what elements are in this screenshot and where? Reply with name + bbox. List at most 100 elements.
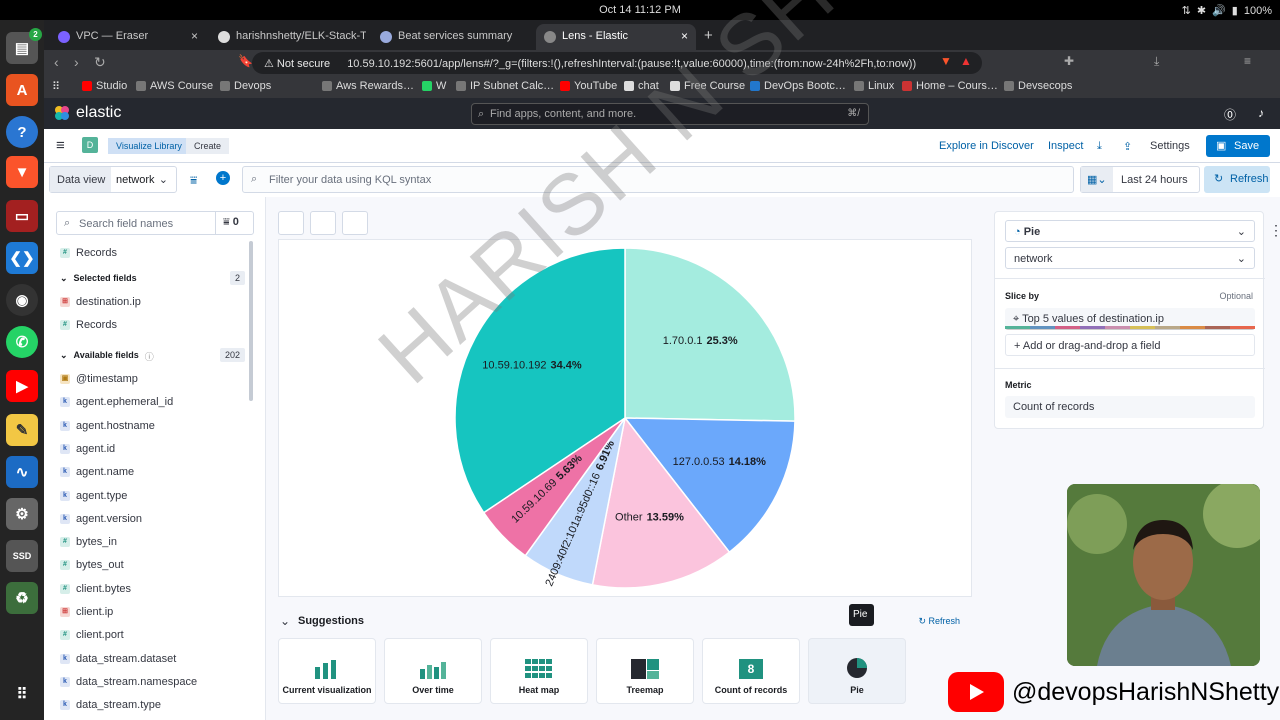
bookmark-studio[interactable]: Studio	[82, 80, 127, 92]
apps-icon[interactable]: ⠿	[52, 80, 60, 93]
bookmark-youtube[interactable]: YouTube	[560, 80, 617, 92]
bookmark-ip-subnet[interactable]: IP Subnet Calc…	[456, 80, 554, 92]
field-item[interactable]: # bytes_in	[60, 536, 117, 548]
bookmark-chat[interactable]: chat	[624, 80, 659, 92]
kql-query-input[interactable]: ⌕ Filter your data using KQL syntax	[242, 166, 1074, 193]
global-search-input[interactable]: ⌕ Find apps, content, and more. ⌘/	[471, 103, 869, 125]
brave-browser-icon[interactable]: ▼	[6, 156, 38, 188]
field-destination-ip[interactable]: ⊞ destination.ip	[60, 296, 141, 308]
bookmark-whatsapp[interactable]: W	[422, 80, 446, 92]
info-icon[interactable]: ⓘ	[145, 350, 154, 363]
metric-dimension[interactable]: Count of records	[1005, 396, 1255, 418]
add-filter-icon[interactable]: +	[216, 171, 230, 185]
save-button[interactable]: ▣ Save	[1206, 135, 1270, 157]
field-item[interactable]: # client.bytes	[60, 583, 131, 595]
obs-icon[interactable]: ◉	[6, 284, 38, 316]
inspect-link[interactable]: Inspect	[1048, 140, 1083, 152]
suggestion-over-time[interactable]: Over time	[384, 638, 482, 704]
layer-settings-icon[interactable]	[342, 211, 368, 235]
terminal-icon[interactable]: ▭	[6, 200, 38, 232]
field-item[interactable]: k data_stream.type	[60, 699, 161, 711]
bookmark-icon[interactable]: 🔖	[238, 54, 253, 68]
disk-icon[interactable]: SSD	[6, 540, 38, 572]
tab-lens-elastic[interactable]: Lens - Elastic ×	[536, 24, 696, 50]
field-filter-button[interactable]: ⩸ 0	[215, 211, 253, 235]
download-icon[interactable]: ⤓	[1154, 54, 1159, 69]
legend-icon[interactable]	[278, 211, 304, 235]
field-item[interactable]: k agent.version	[60, 513, 142, 525]
elastic-logo[interactable]: elastic	[54, 104, 121, 122]
address-bar[interactable]: ⚠ Not secure 10.59.10.192:5601/app/lens#…	[252, 52, 982, 74]
back-icon[interactable]: ‹	[54, 54, 59, 70]
chart-type-select[interactable]: ◔ Pie ⌄	[1005, 220, 1255, 242]
software-center-icon[interactable]: A	[6, 74, 38, 106]
security-indicator[interactable]: ⚠ Not secure	[264, 58, 330, 70]
bookmark-linux[interactable]: Linux	[854, 80, 894, 92]
add-field-button[interactable]: + Add or drag-and-drop a field	[1005, 334, 1255, 356]
forward-icon[interactable]: ›	[74, 54, 79, 70]
download-icon[interactable]: ⤓	[1097, 140, 1102, 153]
settings-link[interactable]: Settings	[1150, 140, 1190, 152]
suggestion-pie[interactable]: Pie	[808, 638, 906, 704]
space-avatar[interactable]: D	[82, 137, 98, 153]
suggestion-count-of-records[interactable]: 8 Count of records	[702, 638, 800, 704]
labels-icon[interactable]	[310, 211, 336, 235]
notifications-icon[interactable]: ♪	[1258, 106, 1264, 120]
menu-icon[interactable]: ≡	[1244, 54, 1251, 68]
field-item[interactable]: # bytes_out	[60, 559, 124, 571]
share-icon[interactable]: ⇪	[1123, 140, 1132, 153]
reload-icon[interactable]: ↻	[94, 54, 106, 71]
trash-icon[interactable]: ♻	[6, 582, 38, 614]
system-clock[interactable]: Oct 14 11:12 PM	[0, 4, 1280, 16]
whatsapp-icon[interactable]: ✆	[6, 326, 38, 358]
scrollbar[interactable]	[249, 241, 253, 401]
suggestions-refresh[interactable]: ↻ Refresh	[918, 616, 960, 627]
help-icon[interactable]: ?	[6, 116, 38, 148]
date-picker[interactable]: ▦⌄ Last 24 hours	[1080, 166, 1200, 193]
selected-fields-heading[interactable]: ⌄ Selected fields	[60, 273, 137, 284]
system-tray[interactable]: ⇅ ✱ 🔊 ▮ 100%	[1182, 4, 1272, 18]
settings-gear-icon[interactable]: ⚙	[6, 498, 38, 530]
explore-in-discover-link[interactable]: Explore in Discover	[939, 140, 1034, 152]
layer-data-view-select[interactable]: network ⌄	[1005, 247, 1255, 269]
hamburger-menu-icon[interactable]: ≡	[56, 137, 65, 154]
field-item[interactable]: # client.port	[60, 629, 124, 641]
extensions-icon[interactable]: ✚	[1064, 54, 1074, 68]
layer-actions-icon[interactable]: ⋮	[1269, 222, 1280, 239]
chevron-down-icon[interactable]: ⌄	[280, 614, 290, 628]
field-records[interactable]: # Records	[60, 247, 117, 259]
suggestion-treemap[interactable]: Treemap	[596, 638, 694, 704]
field-item[interactable]: k data_stream.dataset	[60, 653, 176, 665]
help-icon[interactable]: ⓪	[1224, 106, 1236, 123]
bookmark-devops[interactable]: Devops	[220, 80, 271, 92]
bookmark-home-courses[interactable]: Home – Cours…	[902, 80, 998, 92]
youtube-icon[interactable]: ▶	[6, 370, 38, 402]
bookmark-devsecops[interactable]: Devsecops	[1004, 80, 1072, 92]
tab-vpc[interactable]: VPC — Eraser ×	[50, 24, 206, 50]
field-records-selected[interactable]: # Records	[60, 319, 117, 331]
breadcrumb-visualize-library[interactable]: Visualize Library	[108, 138, 190, 154]
field-item[interactable]: k data_stream.namespace	[60, 676, 197, 688]
close-icon[interactable]: ×	[681, 29, 688, 43]
bookmark-free-course[interactable]: Free Course	[670, 80, 745, 92]
field-search-input[interactable]: ⌕ Search field names ⩸ 0	[56, 211, 254, 235]
data-view-picker[interactable]: Data view network ⌄	[49, 166, 177, 193]
bookmark-aws-rewards[interactable]: Aws Rewards…	[322, 80, 414, 92]
field-item[interactable]: k agent.hostname	[60, 420, 155, 432]
bookmark-aws-course[interactable]: AWS Course	[136, 80, 213, 92]
pie-chart[interactable]: 1.70.0.1 25.3% 127.0.0.53 14.18% Other 13.59%…	[279, 240, 973, 598]
close-icon[interactable]: ×	[191, 29, 198, 43]
text-editor-icon[interactable]: ✎	[6, 414, 38, 446]
app-grid-icon[interactable]: ⠿	[6, 678, 38, 710]
brave-rewards-icon[interactable]: ▲	[960, 54, 972, 68]
tab-github[interactable]: harishnshetty/ELK-Stack-TLS	[210, 24, 366, 50]
suggestion-heat-map[interactable]: Heat map	[490, 638, 588, 704]
new-tab-icon[interactable]: +	[704, 27, 713, 44]
filter-menu-icon[interactable]: ⩸	[190, 173, 197, 188]
vscode-icon[interactable]: ❮❯	[6, 242, 38, 274]
suggestion-current-visualization[interactable]: Current visualization	[278, 638, 376, 704]
bookmark-devops-bootcamp[interactable]: DevOps Bootc…	[750, 80, 846, 92]
brave-shields-icon[interactable]: ▼	[940, 54, 952, 68]
calendar-icon[interactable]: ▦⌄	[1081, 167, 1113, 192]
field-item[interactable]: k agent.ephemeral_id	[60, 396, 173, 408]
